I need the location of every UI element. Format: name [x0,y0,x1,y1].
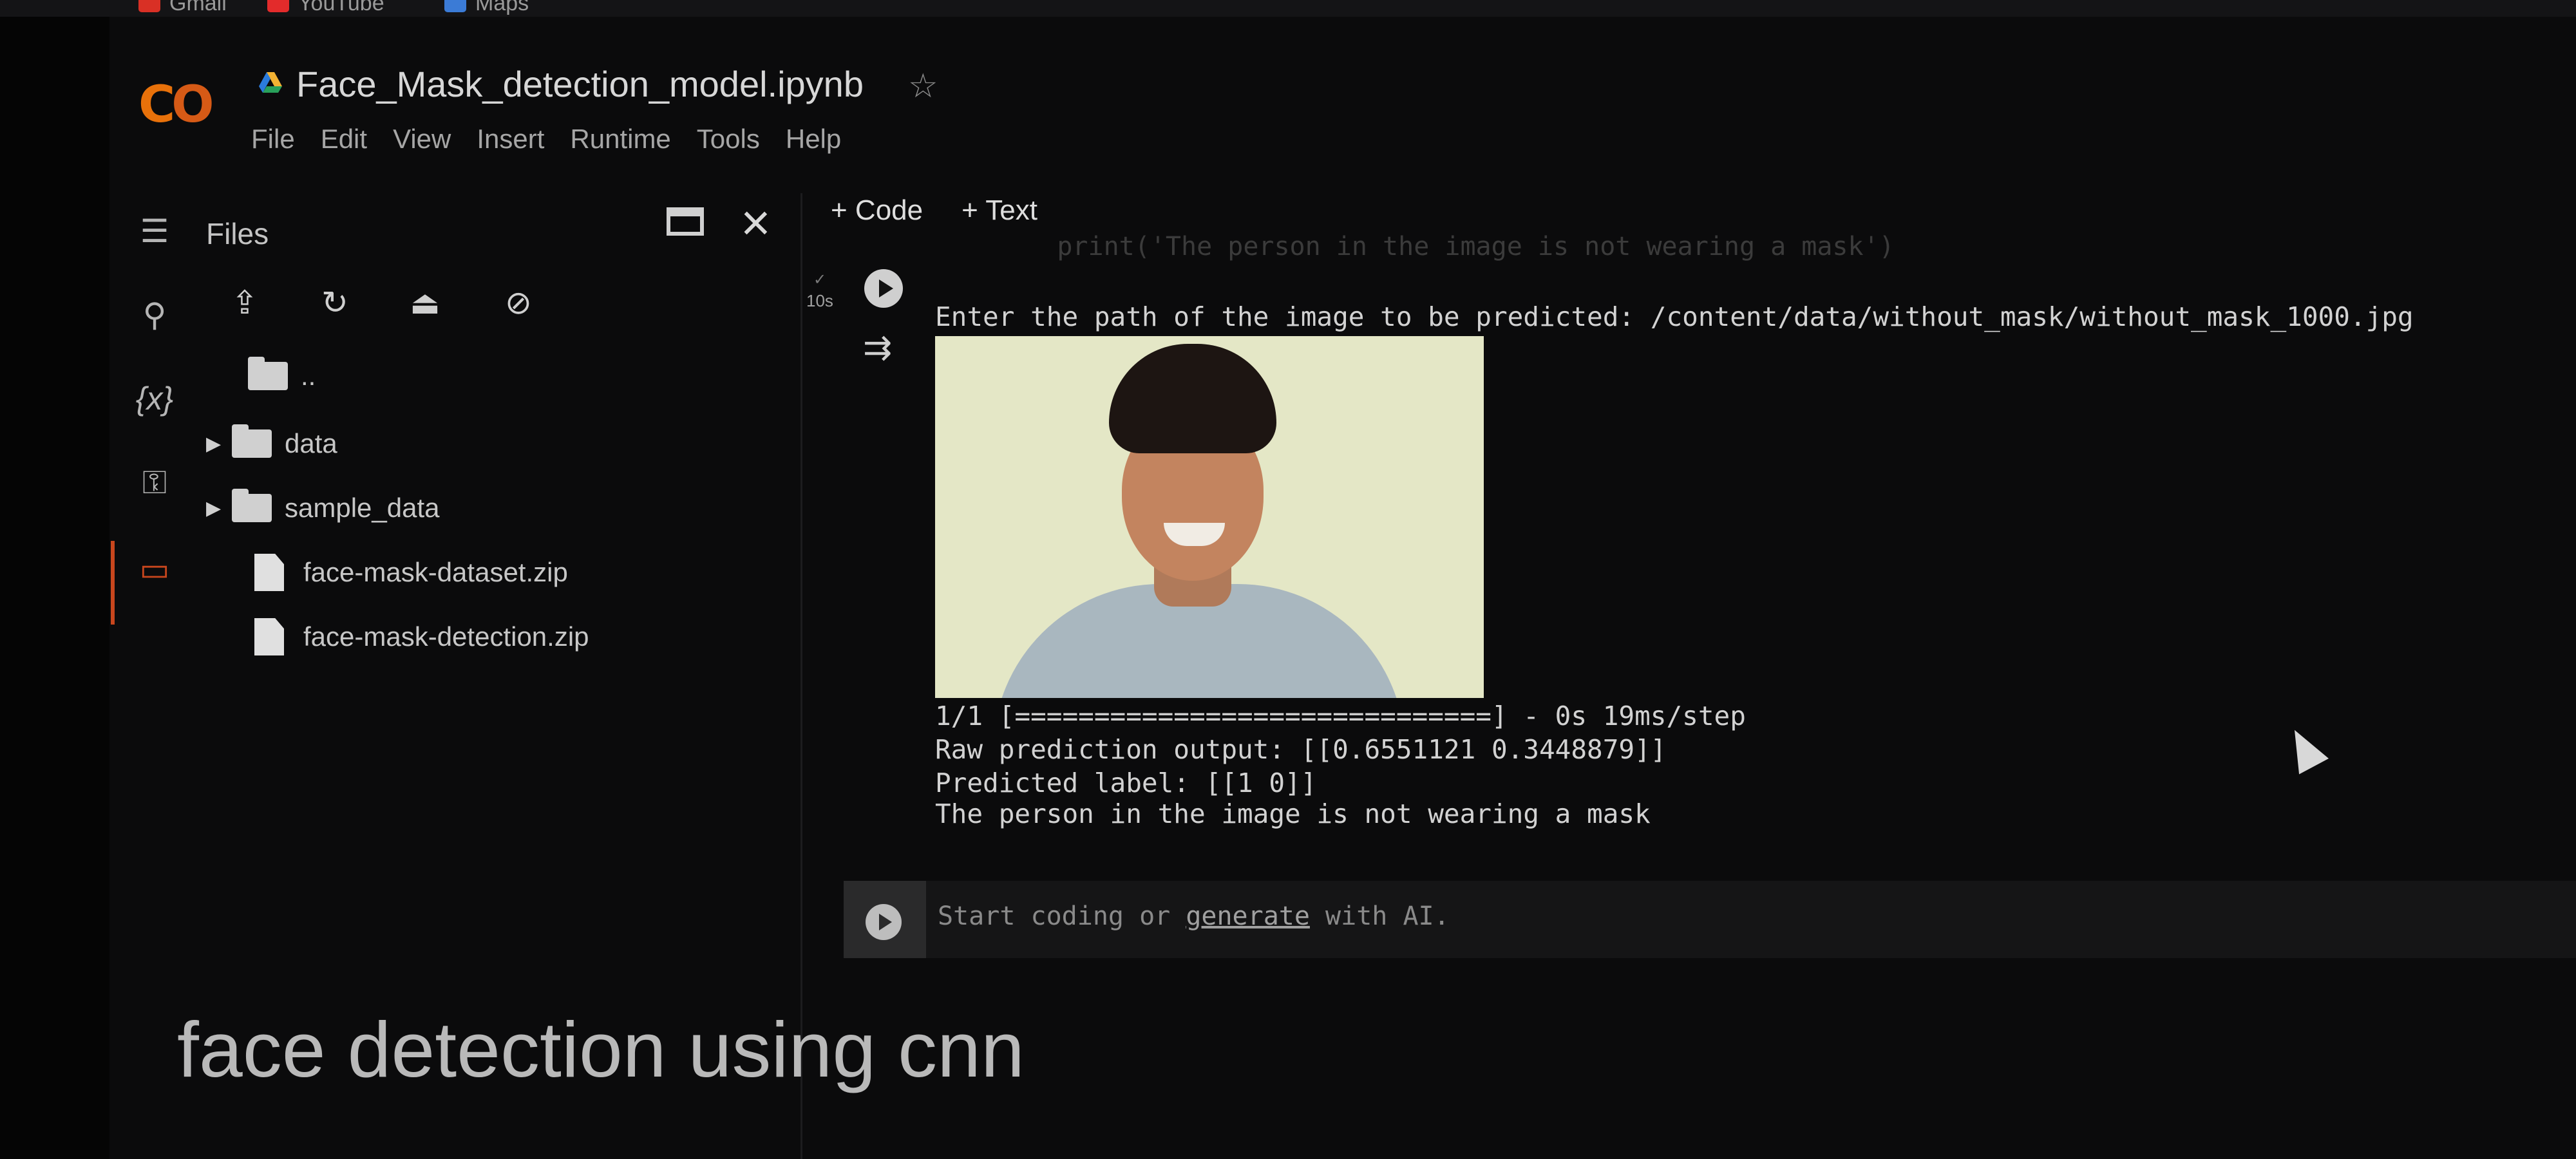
file-icon [254,618,284,655]
tree-item-parent[interactable]: .. [222,357,316,391]
gmail-icon [138,0,160,12]
tree-item-face-mask-detection[interactable]: face-mask-detection.zip [254,618,589,655]
output-result: The person in the image is not wearing a… [935,798,1651,829]
add-text-button[interactable]: + Text [961,194,1037,227]
files-panel-title: Files [206,217,269,250]
generate-link[interactable]: generate [1186,901,1310,931]
search-icon[interactable]: ⚲ [122,296,187,334]
folder-icon [248,357,288,390]
hide-files-icon[interactable]: ⊘ [499,283,538,322]
refresh-icon[interactable]: ↻ [316,283,354,322]
screen-bezel [0,0,109,1159]
check-icon: ✓ [813,271,827,288]
menu-bar: File Edit View Insert Runtime Tools Help [251,124,867,155]
bookmarks-bar: Gmail YouTube Maps [0,0,2576,17]
tree-item-face-mask-dataset[interactable]: face-mask-dataset.zip [254,554,568,591]
notebook-toolbar: + Code + Text [831,194,1037,227]
mount-drive-icon[interactable]: ⏏ [406,283,444,322]
menu-help[interactable]: Help [786,124,841,155]
menu-insert[interactable]: Insert [477,124,544,155]
menu-icon[interactable]: ☰ [122,212,187,250]
caret-right-icon[interactable]: ▶ [206,433,232,455]
execution-time: 10s [806,291,833,310]
bookmark-youtube[interactable]: YouTube [267,0,384,16]
star-icon[interactable]: ☆ [908,67,938,106]
output-progress: 1/1 [==============================] - 0… [935,701,1746,731]
upload-file-icon[interactable]: ⇪ [225,283,264,322]
folder-icon [232,489,272,522]
markdown-heading[interactable]: face detection using cnn [177,1004,1025,1095]
run-cell-button[interactable] [866,904,902,940]
menu-file[interactable]: File [251,124,295,155]
cell-code-partial[interactable]: print('The person in the image is not we… [995,232,1894,261]
output-actions-icon[interactable]: ⇉ [863,327,892,368]
output-predicted-label: Predicted label: [[1 0]] [935,768,1317,798]
tree-item-sample-data[interactable]: ▶ sample_data [206,489,440,523]
menu-view[interactable]: View [393,124,451,155]
rail-active-indicator [111,541,115,625]
mouse-cursor-icon [2280,722,2329,775]
empty-cell-placeholder[interactable]: Start coding or generate with AI. [938,901,1450,931]
run-cell-button[interactable] [864,269,903,308]
notebook-title[interactable]: Face_Mask_detection_model.ipynb [296,63,864,105]
drive-icon [259,72,282,93]
maps-icon [444,0,466,12]
folder-icon[interactable]: ▭ [122,551,187,588]
tree-item-data[interactable]: ▶ data [206,424,337,459]
colab-logo[interactable]: CO [138,76,214,134]
output-image [935,336,1484,698]
output-prompt: Enter the path of the image to be predic… [935,301,2414,332]
menu-runtime[interactable]: Runtime [570,124,670,155]
folder-icon [232,424,272,458]
menu-tools[interactable]: Tools [697,124,760,155]
bookmark-maps[interactable]: Maps [444,0,529,16]
output-raw-prediction: Raw prediction output: [[0.6551121 0.344… [935,734,1667,765]
file-icon [254,554,284,591]
menu-edit[interactable]: Edit [321,124,367,155]
bookmark-gmail[interactable]: Gmail [138,0,227,16]
variables-icon[interactable]: {x} [122,380,187,417]
maximize-panel-icon[interactable] [667,207,704,236]
close-icon[interactable]: × [741,193,771,252]
key-icon[interactable]: ⚿ [122,464,187,502]
caret-right-icon[interactable]: ▶ [206,497,232,520]
youtube-icon [267,0,289,12]
add-code-button[interactable]: + Code [831,194,923,227]
